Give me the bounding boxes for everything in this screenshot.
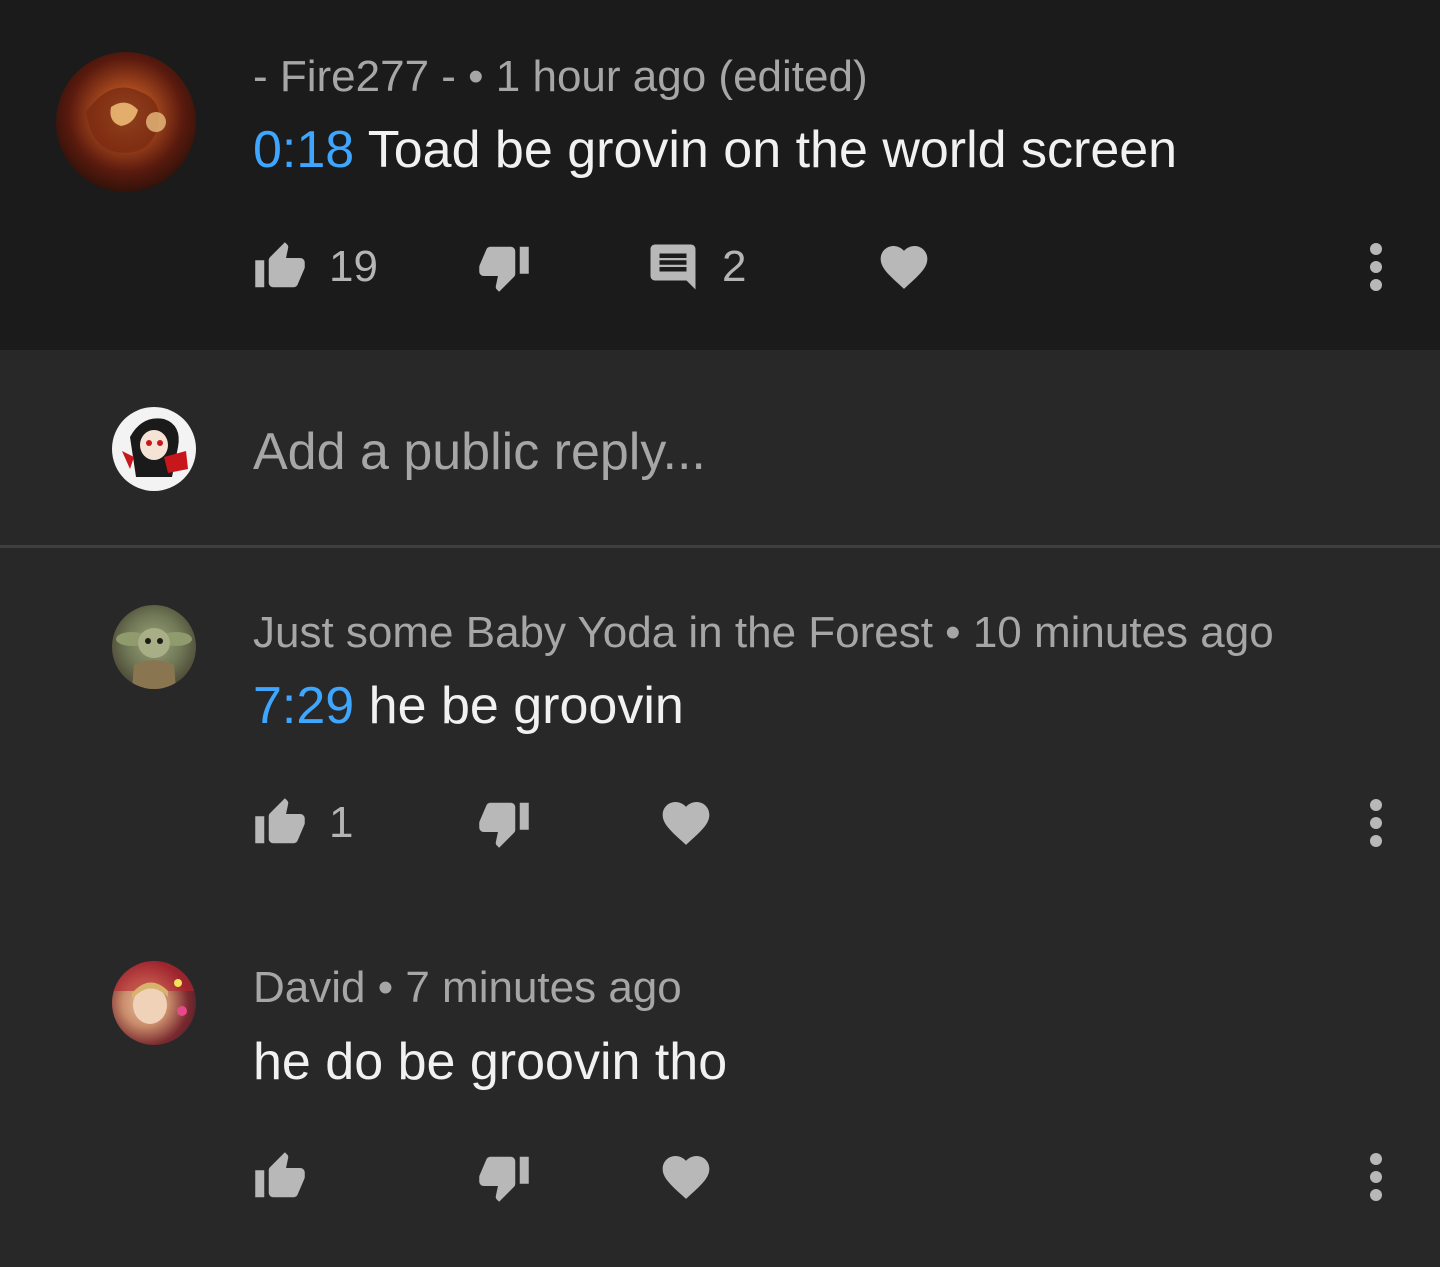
heart-icon: [658, 1149, 714, 1205]
more-options-button[interactable]: [1356, 232, 1396, 302]
david-avatar[interactable]: [112, 961, 196, 1045]
more-options-button[interactable]: [1356, 788, 1396, 858]
top-comment: - Fire277 - • 1 hour ago (edited) 0:18 T…: [0, 0, 1440, 350]
thumb-up-icon: [253, 1150, 307, 1204]
reply-input-bar: Add a public reply...: [0, 350, 1440, 548]
heart-button[interactable]: [658, 1142, 714, 1212]
timestamp-link[interactable]: 0:18: [253, 121, 354, 179]
replies-button[interactable]: 2: [646, 232, 746, 302]
like-button[interactable]: 19: [253, 232, 378, 302]
dislike-button[interactable]: [477, 1142, 531, 1212]
like-button[interactable]: 1: [253, 788, 353, 858]
like-count: 19: [329, 242, 378, 291]
current-user-avatar: [112, 407, 196, 491]
heart-button[interactable]: [876, 232, 932, 302]
timestamp-link[interactable]: 7:29: [253, 677, 354, 735]
more-vert-icon: [1356, 1147, 1396, 1207]
heart-icon: [876, 239, 932, 295]
reply-body: he do be groovin tho: [253, 1033, 728, 1091]
dislike-button[interactable]: [477, 232, 531, 302]
heart-button[interactable]: [658, 788, 714, 858]
reply-actions: 1: [0, 788, 1440, 858]
more-vert-icon: [1356, 237, 1396, 297]
dislike-button[interactable]: [477, 788, 531, 858]
reply-actions: [0, 1142, 1440, 1212]
comment-text: 0:18 Toad be grovin on the world screen: [253, 120, 1177, 180]
reply-list: Just some Baby Yoda in the Forest • 10 m…: [0, 548, 1440, 1267]
reply-meta: Just some Baby Yoda in the Forest • 10 m…: [253, 608, 1274, 657]
comment-actions: 19 2: [0, 232, 1440, 302]
thumb-down-icon: [477, 796, 531, 850]
fire277-avatar[interactable]: [56, 52, 196, 192]
reply-text: 7:29 he be groovin: [253, 676, 684, 736]
reply-body: he be groovin: [354, 677, 684, 735]
like-count: 1: [329, 798, 354, 847]
more-vert-icon: [1356, 793, 1396, 853]
thumb-up-icon: [253, 240, 307, 294]
comment-icon: [646, 240, 700, 294]
more-options-button[interactable]: [1356, 1142, 1396, 1212]
reply-meta: David • 7 minutes ago: [253, 963, 682, 1012]
like-button[interactable]: [253, 1142, 329, 1212]
thumb-up-icon: [253, 796, 307, 850]
reply-input[interactable]: Add a public reply...: [253, 422, 706, 482]
thumb-down-icon: [477, 240, 531, 294]
thumb-down-icon: [477, 1150, 531, 1204]
comment-body: Toad be grovin on the world screen: [354, 121, 1178, 179]
comment-meta: - Fire277 - • 1 hour ago (edited): [253, 52, 868, 101]
baby-yoda-avatar[interactable]: [112, 605, 196, 689]
reply-count: 2: [722, 242, 747, 291]
reply-text: he do be groovin tho: [253, 1032, 727, 1092]
heart-icon: [658, 795, 714, 851]
